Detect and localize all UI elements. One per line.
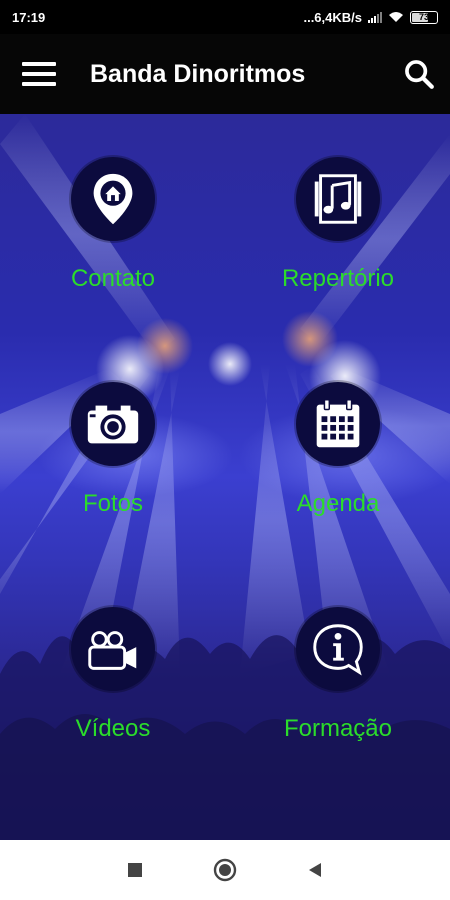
square-recents-icon <box>128 863 142 877</box>
menu-icon-circle <box>296 157 380 241</box>
menu-icon-circle <box>71 607 155 691</box>
menu-item-formacao[interactable]: Formação <box>258 607 418 743</box>
recents-button[interactable] <box>90 840 180 900</box>
network-speed: ...6,4KB/s <box>303 9 362 25</box>
menu-grid: Contato Repertório Fotos Agenda Vídeos F… <box>0 114 450 840</box>
menu-label: Fotos <box>82 490 144 517</box>
main-content: Contato Repertório Fotos Agenda Vídeos F… <box>0 114 450 840</box>
status-time: 17:19 <box>12 9 46 25</box>
back-button[interactable] <box>270 840 360 900</box>
menu-item-videos[interactable]: Vídeos <box>33 607 193 743</box>
signal-icon <box>368 11 382 23</box>
menu-label: Agenda <box>296 490 380 517</box>
home-location-pin-icon <box>93 173 133 225</box>
hamburger-menu-icon[interactable] <box>22 62 56 86</box>
menu-icon-circle <box>296 607 380 691</box>
video-camera-icon <box>88 631 137 670</box>
menu-label: Repertório <box>281 265 395 292</box>
wifi-icon <box>389 12 403 22</box>
system-nav-bar <box>0 840 450 900</box>
triangle-back-icon <box>309 863 321 877</box>
home-button[interactable] <box>180 840 270 900</box>
status-indicators: ...6,4KB/s 73 <box>303 10 438 25</box>
battery-icon: 73 <box>410 10 438 24</box>
camera-icon <box>87 405 139 444</box>
menu-item-fotos[interactable]: Fotos <box>33 382 193 518</box>
menu-item-agenda[interactable]: Agenda <box>258 382 418 518</box>
music-note-icon <box>314 174 362 224</box>
menu-label: Formação <box>283 715 393 742</box>
menu-icon-circle <box>71 382 155 466</box>
menu-item-contato[interactable]: Contato <box>33 157 193 293</box>
battery-level: 73 <box>418 12 429 22</box>
menu-icon-circle <box>296 382 380 466</box>
status-bar: 17:19 ...6,4KB/s 73 <box>0 0 450 34</box>
info-bubble-icon <box>313 624 363 676</box>
search-icon[interactable] <box>402 57 436 91</box>
menu-label: Contato <box>70 265 156 292</box>
app-bar: Banda Dinoritmos <box>0 34 450 114</box>
menu-item-repertorio[interactable]: Repertório <box>258 157 418 293</box>
menu-label: Vídeos <box>75 715 151 742</box>
calendar-icon <box>316 399 360 448</box>
menu-icon-circle <box>71 157 155 241</box>
circle-home-icon <box>213 858 237 882</box>
app-title: Banda Dinoritmos <box>90 59 306 88</box>
